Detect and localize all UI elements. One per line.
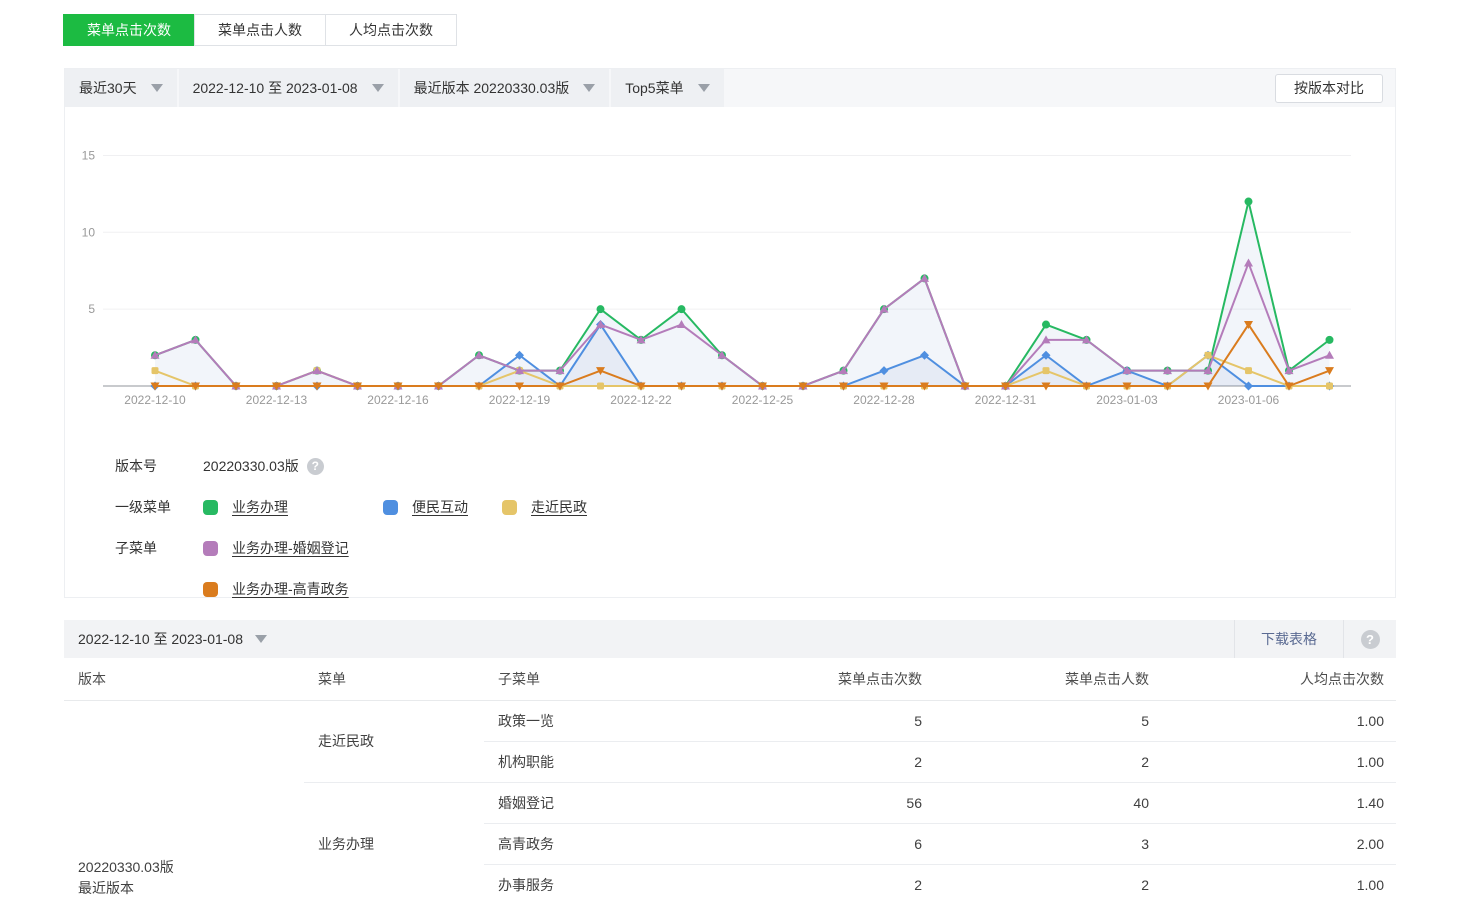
users-cell: 40 bbox=[934, 782, 1161, 823]
series-markers-业务办理 bbox=[151, 198, 1334, 390]
y-tick-label: 5 bbox=[88, 302, 95, 316]
chevron-down-icon bbox=[698, 84, 710, 92]
series-swatch bbox=[383, 500, 398, 515]
submenu-cell: 政策一览 bbox=[484, 700, 709, 741]
menu-clicks-line-chart: 5 10 15 2022-12-10 2022-12-13 2022-12-16 2022-… bbox=[65, 141, 1395, 441]
version-key-label: 版本号 bbox=[115, 456, 203, 476]
help-icon[interactable]: ? bbox=[307, 458, 324, 475]
period-label: 最近30天 bbox=[79, 78, 137, 98]
clicks-cell: 2 bbox=[709, 741, 934, 782]
x-tick-label: 2022-12-13 bbox=[246, 393, 308, 407]
compare-by-version-button[interactable]: 按版本对比 bbox=[1275, 74, 1383, 103]
menu-cell: 走近民政 bbox=[304, 700, 484, 782]
col-menu: 菜单 bbox=[304, 658, 484, 700]
version-value: 20220330.03版 bbox=[203, 456, 299, 476]
avg-cell: 1.00 bbox=[1161, 864, 1396, 905]
col-submenu: 子菜单 bbox=[484, 658, 709, 700]
col-clicks: 菜单点击次数 bbox=[709, 658, 934, 700]
top5-label: Top5菜单 bbox=[625, 78, 683, 98]
table-panel: 2022-12-10 至 2023-01-08 下载表格 ? 版本 菜单 子菜单… bbox=[64, 620, 1396, 905]
clicks-cell: 5 bbox=[709, 700, 934, 741]
legend-item-bianminhudong[interactable]: 便民互动 bbox=[383, 497, 502, 517]
filter-bar: 最近30天 2022-12-10 至 2023-01-08 最近版本 20220… bbox=[65, 69, 1395, 107]
avg-cell: 1.00 bbox=[1161, 700, 1396, 741]
version-label: 最近版本 20220330.03版 bbox=[414, 78, 570, 98]
chart-area: 5 10 15 2022-12-10 2022-12-13 2022-12-16 2022-… bbox=[65, 141, 1395, 446]
x-tick-label: 2022-12-31 bbox=[975, 393, 1037, 407]
chevron-down-icon bbox=[151, 84, 163, 92]
y-tick-label: 15 bbox=[82, 148, 96, 162]
period-dropdown[interactable]: 最近30天 bbox=[65, 69, 177, 107]
x-tick-label: 2022-12-10 bbox=[124, 393, 186, 407]
table-row: 20220330.03版 最近版本 走近民政 政策一览 5 5 1.00 bbox=[64, 700, 1396, 741]
level1-menu-key-label: 一级菜单 bbox=[115, 497, 203, 517]
stats-table: 版本 菜单 子菜单 菜单点击次数 菜单点击人数 人均点击次数 20220330.… bbox=[64, 658, 1396, 905]
series-line-业务办理 bbox=[155, 202, 1330, 386]
series-line-业务办理-婚姻登记 bbox=[155, 263, 1330, 386]
x-tick-label: 2023-01-06 bbox=[1218, 393, 1280, 407]
users-cell: 5 bbox=[934, 700, 1161, 741]
submenu-cell: 办事服务 bbox=[484, 864, 709, 905]
series-swatch bbox=[203, 582, 218, 597]
col-version: 版本 bbox=[64, 658, 304, 700]
avg-cell: 1.40 bbox=[1161, 782, 1396, 823]
users-cell: 2 bbox=[934, 741, 1161, 782]
chart-legend: 版本号 20220330.03版 ? 一级菜单 业务办理 便民互动 走近民政 子… bbox=[65, 456, 1395, 599]
clicks-cell: 2 bbox=[709, 864, 934, 905]
download-table-button[interactable]: 下载表格 bbox=[1235, 629, 1343, 649]
x-tick-label: 2022-12-22 bbox=[610, 393, 672, 407]
submenu-cell: 机构职能 bbox=[484, 741, 709, 782]
metric-tabs: 菜单点击次数 菜单点击人数 人均点击次数 bbox=[64, 14, 457, 46]
tab-menu-clicks[interactable]: 菜单点击次数 bbox=[63, 14, 195, 46]
table-date-range-dropdown[interactable]: 2022-12-10 至 2023-01-08 bbox=[78, 629, 243, 649]
series-swatch bbox=[502, 500, 517, 515]
date-range-dropdown[interactable]: 2022-12-10 至 2023-01-08 bbox=[179, 69, 398, 107]
x-tick-label: 2022-12-28 bbox=[853, 393, 915, 407]
series-area-业务办理 bbox=[155, 202, 1330, 386]
menu-cell: 业务办理 bbox=[304, 782, 484, 905]
legend-item-yewubanli[interactable]: 业务办理 bbox=[203, 497, 383, 517]
chevron-down-icon bbox=[583, 84, 595, 92]
tab-menu-users[interactable]: 菜单点击人数 bbox=[194, 14, 326, 46]
table-topbar: 2022-12-10 至 2023-01-08 下载表格 ? bbox=[64, 620, 1396, 658]
x-tick-label: 2022-12-16 bbox=[367, 393, 429, 407]
version-dropdown[interactable]: 最近版本 20220330.03版 bbox=[400, 69, 610, 107]
col-users: 菜单点击人数 bbox=[934, 658, 1161, 700]
users-cell: 3 bbox=[934, 823, 1161, 864]
tab-avg-clicks[interactable]: 人均点击次数 bbox=[325, 14, 457, 46]
submenu-cell: 高青政务 bbox=[484, 823, 709, 864]
date-range-label: 2022-12-10 至 2023-01-08 bbox=[193, 78, 358, 98]
help-icon[interactable]: ? bbox=[1361, 630, 1380, 649]
avg-cell: 1.00 bbox=[1161, 741, 1396, 782]
chevron-down-icon bbox=[372, 84, 384, 92]
avg-cell: 2.00 bbox=[1161, 823, 1396, 864]
legend-item-zoujinminzheng[interactable]: 走近民政 bbox=[502, 497, 587, 517]
top5-dropdown[interactable]: Top5菜单 bbox=[611, 69, 723, 107]
y-tick-label: 10 bbox=[82, 225, 96, 239]
chevron-down-icon[interactable] bbox=[255, 635, 267, 643]
clicks-cell: 6 bbox=[709, 823, 934, 864]
series-swatch bbox=[203, 541, 218, 556]
chart-panel: 最近30天 2022-12-10 至 2023-01-08 最近版本 20220… bbox=[64, 68, 1396, 598]
sub-menu-key-label: 子菜单 bbox=[115, 538, 203, 558]
clicks-cell: 56 bbox=[709, 782, 934, 823]
x-tick-label: 2022-12-19 bbox=[489, 393, 551, 407]
x-tick-label: 2022-12-25 bbox=[732, 393, 794, 407]
version-cell: 20220330.03版 最近版本 bbox=[64, 700, 304, 905]
col-avg: 人均点击次数 bbox=[1161, 658, 1396, 700]
users-cell: 2 bbox=[934, 864, 1161, 905]
submenu-cell: 婚姻登记 bbox=[484, 782, 709, 823]
series-swatch bbox=[203, 500, 218, 515]
legend-item-hunyindengji[interactable]: 业务办理-婚姻登记 bbox=[203, 538, 349, 558]
x-tick-label: 2023-01-03 bbox=[1096, 393, 1158, 407]
legend-item-gaoqingzhengwu[interactable]: 业务办理-高青政务 bbox=[203, 579, 349, 599]
